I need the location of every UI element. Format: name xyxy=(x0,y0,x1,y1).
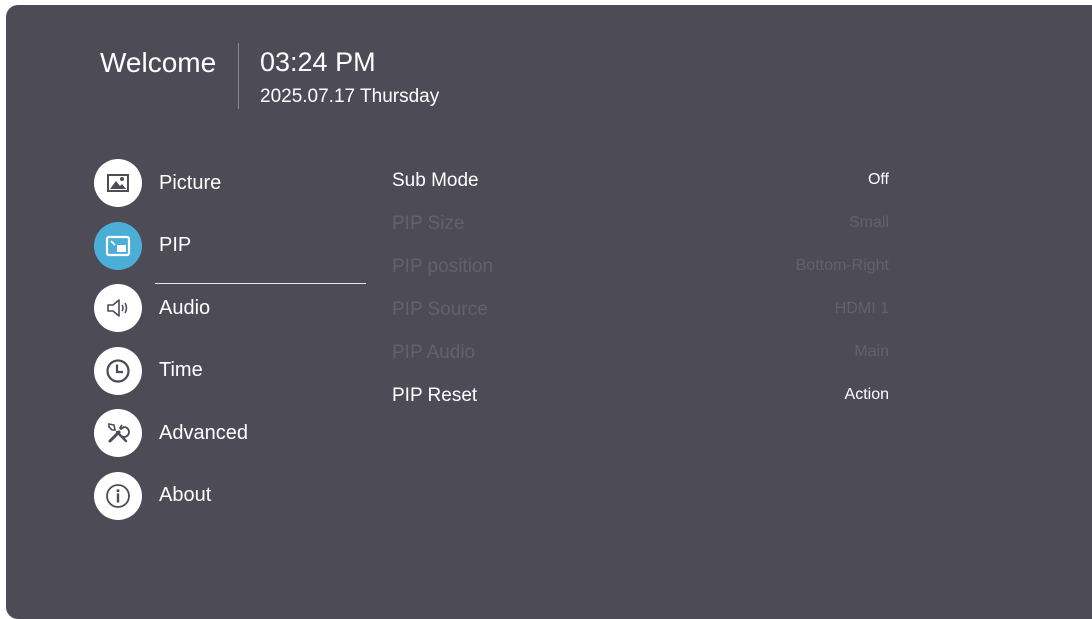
setting-row-pip-position: PIP position Bottom-Right xyxy=(392,246,889,289)
info-icon xyxy=(94,471,142,520)
pip-settings-list: Sub Mode Off PIP Size Small PIP position… xyxy=(392,160,889,418)
menu-item-pip[interactable]: PIP xyxy=(94,221,374,284)
tools-icon xyxy=(94,409,142,457)
setting-row-pip-reset[interactable]: PIP Reset Action xyxy=(392,375,889,418)
setting-label: PIP position xyxy=(392,256,494,277)
setting-row-sub-mode[interactable]: Sub Mode Off xyxy=(392,160,889,203)
setting-label: PIP Size xyxy=(392,213,465,234)
clock-time: 03:24 PM xyxy=(260,47,376,77)
setting-value: Off xyxy=(867,171,889,188)
setting-row-pip-audio: PIP Audio Main xyxy=(392,332,889,375)
menu-label-time: Time xyxy=(159,359,203,381)
setting-value: Main xyxy=(854,343,889,360)
setting-value: Small xyxy=(848,214,889,231)
menu-label-pip: PIP xyxy=(159,234,192,256)
menu-item-audio[interactable]: Audio xyxy=(94,284,374,332)
setting-label: Sub Mode xyxy=(392,170,479,191)
clock-icon xyxy=(94,346,142,395)
menu-item-advanced[interactable]: Advanced xyxy=(94,409,374,457)
menu-item-time[interactable]: Time xyxy=(94,346,374,395)
settings-menu: Picture PIP Audio Time Advanced About xyxy=(94,159,374,534)
setting-value: HDMI 1 xyxy=(834,300,889,317)
setting-row-pip-source: PIP Source HDMI 1 xyxy=(392,289,889,332)
menu-label-about: About xyxy=(159,484,212,506)
setting-value: Action xyxy=(844,386,889,403)
clock-date: 2025.07.17 Thursday xyxy=(260,86,440,107)
setting-label: PIP Source xyxy=(392,299,488,320)
speaker-icon xyxy=(94,284,142,332)
setting-value: Bottom-Right xyxy=(795,257,889,274)
setting-label: PIP Reset xyxy=(392,385,478,406)
menu-label-picture: Picture xyxy=(159,171,222,194)
menu-label-advanced: Advanced xyxy=(159,421,248,444)
menu-item-picture[interactable]: Picture xyxy=(94,159,374,207)
menu-item-about[interactable]: About xyxy=(94,471,374,520)
pip-icon xyxy=(94,221,142,270)
menu-label-audio: Audio xyxy=(159,296,211,319)
setting-row-pip-size: PIP Size Small xyxy=(392,203,889,246)
welcome-title: Welcome xyxy=(100,47,217,78)
header-divider xyxy=(238,43,239,109)
setting-label: PIP Audio xyxy=(392,342,476,363)
picture-icon xyxy=(94,159,142,207)
